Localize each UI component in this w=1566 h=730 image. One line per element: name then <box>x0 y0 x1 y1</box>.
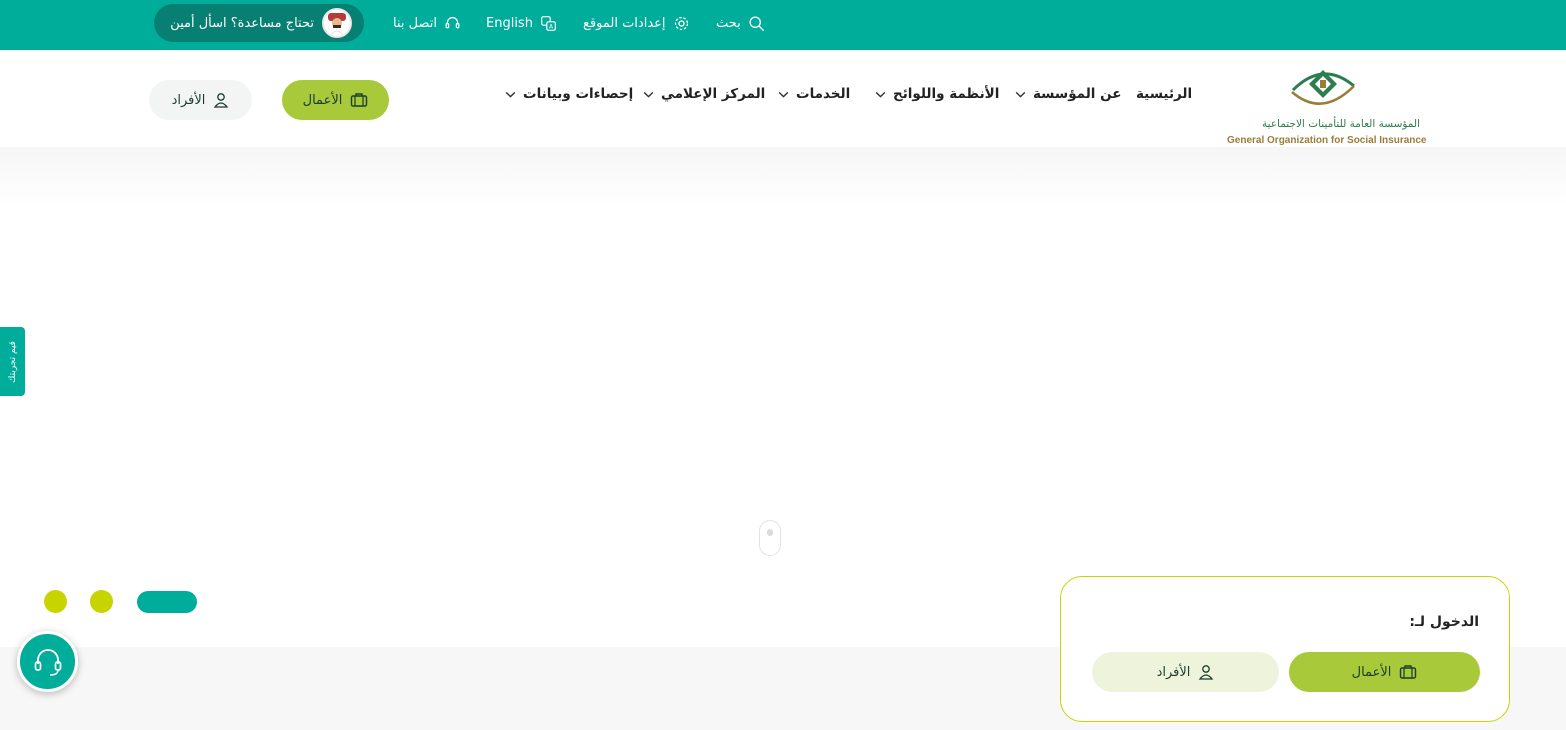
slider-dot[interactable] <box>90 590 113 613</box>
translate-icon: A <box>541 15 556 31</box>
contact-label: اتصل بنا <box>393 15 437 31</box>
scroll-down-indicator[interactable] <box>759 520 781 556</box>
nav-item-label: إحصاءات وبيانات <box>523 86 634 102</box>
slider-dot[interactable] <box>44 590 67 613</box>
card-individuals-label: الأفراد <box>1156 664 1191 680</box>
card-business-label: الأعمال <box>1351 664 1392 680</box>
ask-ameen-button[interactable]: تحتاج مساعدة؟ اسأل أمين <box>154 4 364 42</box>
gear-icon <box>674 16 688 30</box>
individuals-login-button[interactable]: الأفراد <box>149 80 252 120</box>
user-icon <box>1199 665 1214 680</box>
hero-slider <box>0 147 1566 647</box>
main-navbar: المؤسسة العامة للتأمينات الاجتماعية Gene… <box>0 50 1566 147</box>
feedback-label: قيم تجربتك <box>7 340 18 383</box>
nav-item-label: الأنظمة واللوائح <box>893 86 1000 102</box>
login-card: الدخول لـ: الأعمال الأفراد <box>1060 576 1510 722</box>
avatar <box>322 8 352 38</box>
language-switch[interactable]: English A <box>486 0 557 46</box>
nav-item-home[interactable]: الرئيسية <box>1136 86 1192 102</box>
nav-item-label: الرئيسية <box>1136 86 1193 102</box>
chevron-down-icon <box>875 91 886 98</box>
chevron-down-icon <box>505 91 516 98</box>
gosi-logo[interactable]: المؤسسة العامة للتأمينات الاجتماعية Gene… <box>1222 60 1427 146</box>
nav-item-label: عن المؤسسة <box>1033 86 1122 102</box>
site-settings-link[interactable]: إعدادات الموقع <box>583 0 690 46</box>
search-icon <box>749 15 764 31</box>
feedback-side-tab[interactable]: قيم تجربتك <box>0 327 25 396</box>
briefcase-icon <box>1400 665 1417 679</box>
nav-item-services[interactable]: الخدمات <box>777 86 850 102</box>
search-link[interactable]: بحث <box>716 0 765 46</box>
top-utility-bar: بحث إعدادات الموقع English A اتصل بنا تح… <box>0 0 1566 50</box>
chevron-down-icon <box>643 91 654 98</box>
support-chat-button[interactable] <box>17 631 78 692</box>
search-label: بحث <box>716 15 741 31</box>
briefcase-icon <box>351 93 368 107</box>
individuals-label: الأفراد <box>171 92 206 108</box>
site-settings-label: إعدادات الموقع <box>583 15 666 31</box>
card-individuals-button[interactable]: الأفراد <box>1092 652 1279 692</box>
slider-dot-active[interactable] <box>137 591 197 613</box>
nav-item-media-center[interactable]: المركز الإعلامي <box>642 86 765 102</box>
nav-item-label: الخدمات <box>796 86 851 102</box>
business-login-button[interactable]: الأعمال <box>282 80 389 120</box>
nav-item-label: المركز الإعلامي <box>661 86 766 102</box>
language-label: English <box>486 15 533 31</box>
card-business-button[interactable]: الأعمال <box>1289 652 1480 692</box>
user-icon <box>214 93 229 108</box>
gosi-logo-mark <box>1291 70 1355 105</box>
help-label: تحتاج مساعدة؟ اسأل أمين <box>170 15 314 31</box>
logo-english-text: General Organization for Social Insuranc… <box>1227 135 1427 146</box>
nav-item-statistics[interactable]: إحصاءات وبيانات <box>504 86 633 102</box>
nav-item-regulations[interactable]: الأنظمة واللوائح <box>874 86 999 102</box>
business-label: الأعمال <box>302 92 343 108</box>
headset-icon <box>445 16 460 28</box>
login-card-title: الدخول لـ: <box>1409 614 1479 630</box>
headset-icon <box>34 648 61 676</box>
nav-item-about[interactable]: عن المؤسسة <box>1014 86 1121 102</box>
logo-arabic-text: المؤسسة العامة للتأمينات الاجتماعية <box>1261 118 1420 130</box>
scroll-indicator-dot <box>767 529 773 536</box>
contact-link[interactable]: اتصل بنا <box>393 0 461 46</box>
chevron-down-icon <box>1015 91 1026 98</box>
chevron-down-icon <box>778 91 789 98</box>
